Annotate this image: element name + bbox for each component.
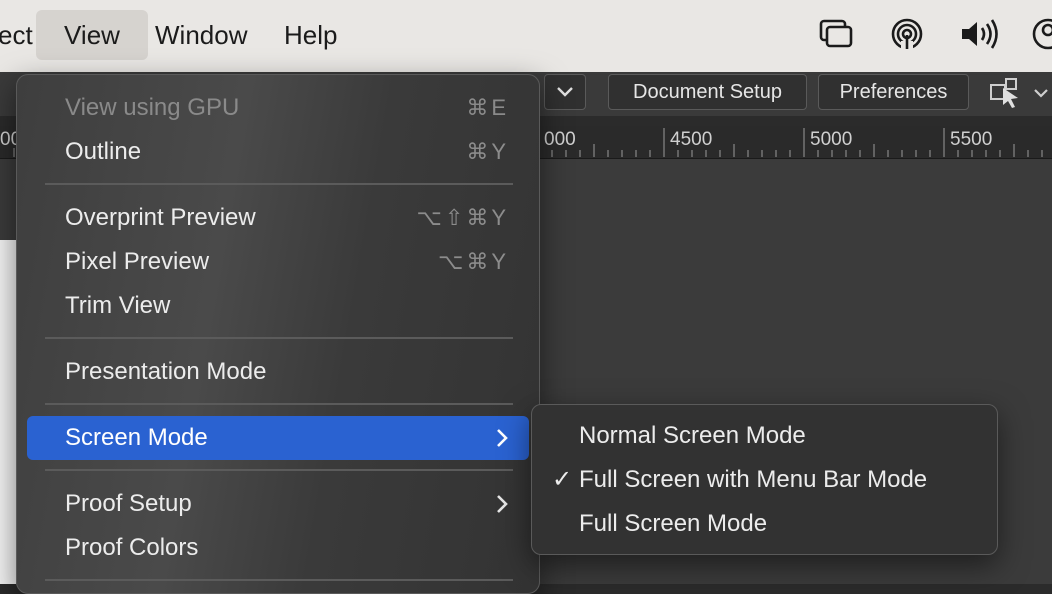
menu-view[interactable]: View <box>36 10 148 60</box>
view-menu: View using GPU ⌘E Outline ⌘Y Overprint P… <box>16 74 540 594</box>
menu-item-label: View using GPU <box>65 94 240 121</box>
submenu-item-label: Normal Screen Mode <box>579 422 806 449</box>
ruler-label: 5000 <box>810 129 853 150</box>
preferences-button[interactable]: Preferences <box>818 74 969 110</box>
menu-item-view-using-gpu[interactable]: View using GPU ⌘E <box>27 86 529 130</box>
chevron-down-icon <box>557 87 573 97</box>
ruler-label: 4500 <box>670 129 713 150</box>
menu-help[interactable]: Help <box>284 10 337 60</box>
screen-mirroring-icon[interactable] <box>816 15 856 55</box>
menu-item-proof-colors[interactable]: Proof Colors <box>27 526 529 570</box>
chevron-right-icon <box>491 493 513 515</box>
menu-item-trim-view[interactable]: Trim View <box>27 284 529 328</box>
menu-separator <box>45 579 513 581</box>
menu-separator <box>45 469 513 471</box>
chevron-right-icon <box>491 427 513 449</box>
menu-item-screen-mode[interactable]: Screen Mode <box>27 416 529 460</box>
document-setup-button[interactable]: Document Setup <box>608 74 807 110</box>
document-preview-edge <box>0 240 16 584</box>
menu-separator <box>45 337 513 339</box>
menu-item-shortcut: ⌥⇧⌘Y <box>416 205 509 230</box>
menu-item-label: Screen Mode <box>65 424 208 451</box>
ruler-label: 5500 <box>950 129 993 150</box>
menu-item-label: Outline <box>65 138 142 165</box>
toolbar-dropdown[interactable] <box>544 74 586 110</box>
airdrop-icon[interactable] <box>887 15 927 55</box>
menu-item-shortcut: ⌥⌘Y <box>437 249 509 274</box>
submenu-item-full-screen-mode[interactable]: Full Screen Mode <box>540 502 990 546</box>
volume-icon[interactable] <box>958 15 998 55</box>
menu-item-presentation-mode[interactable]: Presentation Mode <box>27 350 529 394</box>
menu-item-overprint-preview[interactable]: Overprint Preview ⌥⇧⌘Y <box>27 196 529 240</box>
menu-item-label: Overprint Preview <box>65 204 256 231</box>
menu-separator <box>45 183 513 185</box>
submenu-item-label: Full Screen Mode <box>579 510 768 537</box>
menu-item-label: Trim View <box>65 292 171 319</box>
menu-item-label: Pixel Preview <box>65 248 210 275</box>
chevron-down-icon[interactable] <box>1030 76 1052 110</box>
menu-item-label: Proof Setup <box>65 490 192 517</box>
checkmark-icon: ✓ <box>552 466 573 493</box>
menu-bar: ect View Window Help <box>0 0 1052 72</box>
submenu-item-normal-screen-mode[interactable]: Normal Screen Mode <box>540 414 990 458</box>
menu-item-shortcut: ⌘Y <box>466 139 509 164</box>
menu-item-proof-setup[interactable]: Proof Setup <box>27 482 529 526</box>
submenu-item-full-screen-with-menu-bar-mode[interactable]: ✓ Full Screen with Menu Bar Mode <box>540 458 990 502</box>
menu-item-pixel-preview[interactable]: Pixel Preview ⌥⌘Y <box>27 240 529 284</box>
user-account-icon[interactable] <box>1028 15 1052 55</box>
menu-item-label: Presentation Mode <box>65 358 267 385</box>
menu-item-outline[interactable]: Outline ⌘Y <box>27 130 529 174</box>
ruler-label: 000 <box>544 129 576 150</box>
menu-item-label: Proof Colors <box>65 534 199 561</box>
screen-mode-submenu: Normal Screen Mode ✓ Full Screen with Me… <box>531 404 998 555</box>
menu-item-shortcut: ⌘E <box>466 95 509 120</box>
menu-object[interactable]: ect <box>0 10 33 60</box>
submenu-item-label: Full Screen with Menu Bar Mode <box>579 466 928 493</box>
menu-window[interactable]: Window <box>155 10 247 60</box>
arrange-icon[interactable] <box>986 76 1026 110</box>
menu-separator <box>45 403 513 405</box>
